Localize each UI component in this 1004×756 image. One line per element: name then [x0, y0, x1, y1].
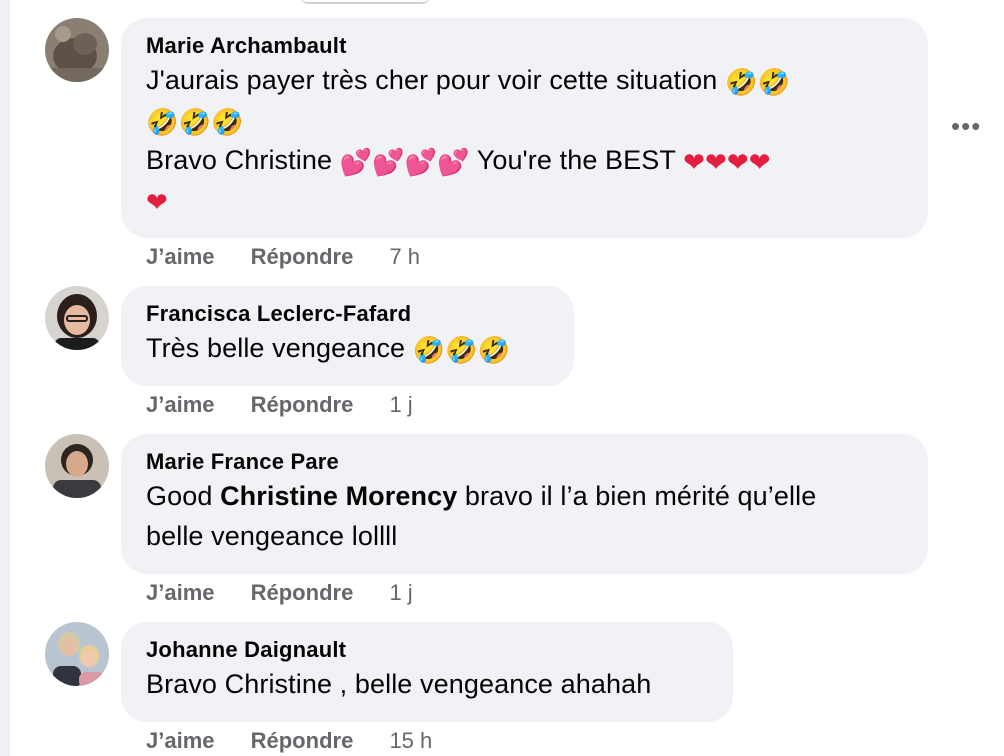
more-options-icon[interactable]: ••• — [951, 113, 981, 139]
comment-text-line: Bravo Christine — [146, 145, 340, 175]
comment-text: Good Christine Morency bravo il l’a bien… — [146, 476, 904, 556]
comment-text: Bravo Christine , belle vengeance ahahah — [146, 664, 709, 704]
red-heart-emoji-icon: ❤❤❤❤ — [683, 148, 771, 178]
reply-link[interactable]: Répondre — [251, 728, 354, 753]
comment-author[interactable]: Marie France Pare — [146, 448, 904, 476]
woman-photo-avatar-icon — [45, 286, 109, 350]
like-link[interactable]: J’aime — [146, 580, 215, 605]
comment-text-line: belle vengeance lollll — [146, 521, 398, 551]
reply-link[interactable]: Répondre — [251, 580, 354, 605]
comment-text-line: J'aurais payer très cher pour voir cette… — [146, 65, 726, 95]
comment-text-line: Très belle vengeance — [146, 333, 413, 363]
avatar[interactable] — [45, 434, 109, 498]
comment-timestamp[interactable]: 15 h — [389, 728, 432, 753]
comment-text-line: bravo il l’a bien mérité qu’elle — [457, 481, 817, 511]
comment-text-line: You're the BEST — [469, 145, 684, 175]
like-link[interactable]: J’aime — [146, 728, 215, 753]
avatar[interactable] — [45, 622, 109, 686]
two-hearts-emoji-icon: 💕💕💕💕 — [339, 148, 470, 178]
like-link[interactable]: J’aime — [146, 392, 215, 417]
comment-bubble: Marie France Pare Good Christine Morency… — [121, 434, 928, 574]
comment-actions: J’aime Répondre 15 h — [146, 728, 432, 754]
comment-bubble: Francisca Leclerc-Fafard Très belle veng… — [121, 286, 574, 386]
red-heart-emoji-icon: ❤ — [146, 188, 168, 218]
comment-actions: J’aime Répondre 1 j — [146, 580, 413, 606]
comment-text-line: Bravo Christine , belle vengeance ahahah — [146, 669, 652, 699]
comment-text: J'aurais payer très cher pour voir cette… — [146, 60, 904, 220]
comment-bubble: Johanne Daignault Bravo Christine , bell… — [121, 622, 733, 722]
cat-photo-avatar-icon — [45, 18, 109, 82]
comment-author[interactable]: Francisca Leclerc-Fafard — [146, 300, 550, 328]
comment-timestamp[interactable]: 1 j — [389, 580, 412, 605]
laughing-emoji-icon: 🤣🤣🤣 — [146, 108, 244, 138]
comment-actions: J’aime Répondre 1 j — [146, 392, 413, 418]
reply-link[interactable]: Répondre — [251, 244, 354, 269]
comment-author[interactable]: Johanne Daignault — [146, 636, 709, 664]
laughing-emoji-icon: 🤣🤣 — [725, 68, 790, 98]
left-rail — [0, 0, 10, 756]
mention-link[interactable]: Christine Morency — [220, 481, 457, 511]
avatar[interactable] — [45, 286, 109, 350]
reply-link[interactable]: Répondre — [251, 392, 354, 417]
comment-author[interactable]: Marie Archambault — [146, 32, 904, 60]
comment-actions: J’aime Répondre 7 h — [146, 244, 420, 270]
woman-photo-avatar-icon — [45, 434, 109, 498]
comment-text-line: Good — [146, 481, 221, 511]
comment-bubble: Marie Archambault J'aurais payer très ch… — [121, 18, 928, 238]
like-link[interactable]: J’aime — [146, 244, 215, 269]
comment-timestamp[interactable]: 1 j — [389, 392, 412, 417]
comment-text: Très belle vengeance 🤣🤣🤣 — [146, 328, 550, 368]
two-people-photo-avatar-icon — [45, 622, 109, 686]
comment-timestamp[interactable]: 7 h — [389, 244, 420, 269]
avatar[interactable] — [45, 18, 109, 82]
laughing-emoji-icon: 🤣🤣🤣 — [412, 336, 511, 366]
previous-comment-edge — [300, 0, 430, 4]
